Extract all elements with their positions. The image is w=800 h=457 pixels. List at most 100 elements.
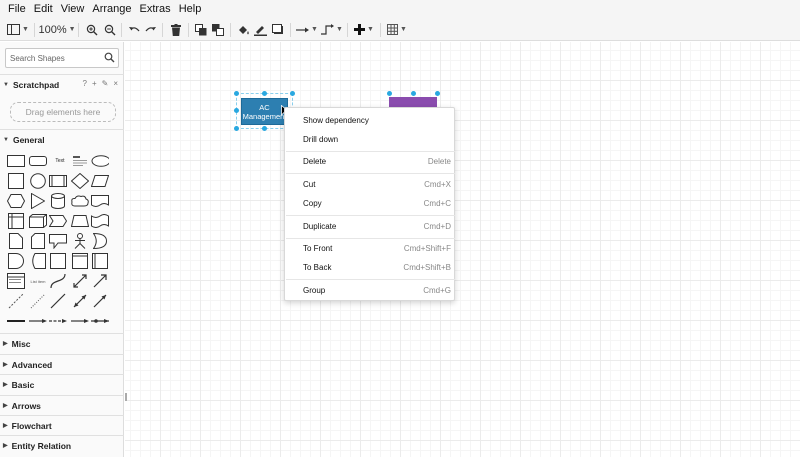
document-shape[interactable] bbox=[91, 193, 109, 209]
square-frame-shape[interactable] bbox=[49, 253, 67, 269]
rounded-rectangle-shape[interactable] bbox=[29, 153, 47, 169]
relation-arrow-shape[interactable] bbox=[71, 313, 89, 329]
resize-handle[interactable] bbox=[411, 91, 416, 96]
triangle-shape[interactable] bbox=[29, 193, 47, 209]
step-shape[interactable] bbox=[49, 213, 67, 229]
textbox-shape[interactable] bbox=[71, 153, 89, 169]
note-shape[interactable] bbox=[7, 233, 25, 249]
menu-item-show-dependency[interactable]: Show dependency bbox=[285, 111, 456, 130]
container-shape[interactable] bbox=[71, 253, 89, 269]
menu-view[interactable]: View bbox=[57, 3, 89, 15]
link-arrow-shape[interactable] bbox=[29, 313, 47, 329]
internal-storage-shape[interactable] bbox=[7, 213, 25, 229]
list-shape[interactable] bbox=[7, 273, 25, 289]
menu-file[interactable]: File bbox=[4, 3, 30, 15]
or-shape[interactable] bbox=[91, 233, 109, 249]
resize-handle[interactable] bbox=[234, 91, 239, 96]
thick-link-shape[interactable] bbox=[7, 313, 25, 329]
diamond-shape[interactable] bbox=[71, 173, 89, 189]
table-dropdown[interactable]: ▼ bbox=[386, 21, 408, 38]
fill-color-button[interactable] bbox=[235, 21, 251, 38]
scratchpad-dropzone[interactable]: Drag elements here bbox=[10, 102, 116, 122]
flowchart-section-header[interactable]: ▶ Flowchart bbox=[0, 415, 124, 435]
menu-item-duplicate[interactable]: Duplicate Cmd+D bbox=[285, 217, 456, 236]
shadow-button[interactable] bbox=[270, 21, 286, 38]
tape-shape[interactable] bbox=[91, 213, 109, 229]
diagram-canvas[interactable] bbox=[125, 42, 800, 457]
sidebar-resize-handle[interactable] bbox=[125, 393, 127, 401]
card-shape[interactable] bbox=[29, 233, 47, 249]
menu-extras[interactable]: Extras bbox=[136, 3, 175, 15]
edit-icon[interactable]: ✎ bbox=[102, 79, 109, 88]
hexagon-shape[interactable] bbox=[7, 193, 25, 209]
general-section-header[interactable]: ▼ General bbox=[0, 129, 124, 149]
resize-handle[interactable] bbox=[234, 126, 239, 131]
menu-item-to-back[interactable]: To Back Cmd+Shift+B bbox=[285, 258, 456, 277]
misc-section-header[interactable]: ▶ Misc bbox=[0, 333, 124, 353]
help-icon[interactable]: ? bbox=[83, 79, 87, 88]
format-panel-toggle-button[interactable]: ▼ bbox=[6, 21, 30, 38]
basic-section-header[interactable]: ▶ Basic bbox=[0, 374, 124, 394]
arrow-shape[interactable] bbox=[91, 273, 109, 289]
menu-help[interactable]: Help bbox=[175, 3, 206, 15]
resize-handle[interactable] bbox=[262, 126, 267, 131]
text-shape[interactable]: Text bbox=[51, 153, 69, 169]
menu-item-drill-down[interactable]: Drill down bbox=[285, 130, 456, 149]
menu-edit[interactable]: Edit bbox=[30, 3, 57, 15]
ellipse-shape[interactable] bbox=[91, 153, 109, 169]
undo-button[interactable] bbox=[126, 21, 142, 38]
resize-handle[interactable] bbox=[290, 91, 295, 96]
search-shapes-input[interactable] bbox=[6, 49, 102, 67]
parallelogram-shape[interactable] bbox=[91, 173, 109, 189]
square-shape[interactable] bbox=[7, 173, 25, 189]
insert-dropdown[interactable]: ▼ bbox=[353, 21, 375, 38]
search-icon[interactable] bbox=[104, 52, 115, 66]
association-arrow-shape[interactable] bbox=[91, 313, 109, 329]
advanced-section-header[interactable]: ▶ Advanced bbox=[0, 354, 124, 374]
directional-connector-shape[interactable] bbox=[91, 293, 109, 309]
add-icon[interactable]: + bbox=[92, 79, 97, 88]
resize-handle[interactable] bbox=[262, 91, 267, 96]
to-back-button[interactable] bbox=[210, 21, 226, 38]
zoom-in-button[interactable] bbox=[84, 21, 100, 38]
cylinder-shape[interactable] bbox=[49, 193, 67, 209]
menu-item-group[interactable]: Group Cmd+G bbox=[285, 281, 456, 300]
dashed-line-shape[interactable] bbox=[7, 293, 25, 309]
list-item-shape[interactable]: List item bbox=[29, 273, 47, 289]
connection-style-dropdown[interactable]: ▼ bbox=[296, 21, 318, 38]
close-icon[interactable]: × bbox=[113, 79, 118, 88]
scratchpad-section-header[interactable]: ▼ Scratchpad ? + ✎ × bbox=[0, 74, 124, 94]
resize-handle[interactable] bbox=[234, 108, 239, 113]
resize-handle[interactable] bbox=[387, 91, 392, 96]
callout-shape[interactable] bbox=[49, 233, 67, 249]
dashed-arrow-shape[interactable] bbox=[49, 313, 67, 329]
menu-item-delete[interactable]: Delete Delete bbox=[285, 152, 456, 171]
process-shape[interactable] bbox=[49, 173, 67, 189]
resize-handle[interactable] bbox=[435, 91, 440, 96]
bidirectional-connector-shape[interactable] bbox=[71, 293, 89, 309]
frame-shape[interactable] bbox=[91, 253, 109, 269]
redo-button[interactable] bbox=[143, 21, 159, 38]
dotted-line-shape[interactable] bbox=[29, 293, 47, 309]
zoom-dropdown[interactable]: 100% ▼ bbox=[38, 21, 75, 38]
delete-button[interactable] bbox=[168, 21, 184, 38]
line-shape[interactable] bbox=[49, 293, 67, 309]
menu-item-copy[interactable]: Copy Cmd+C bbox=[285, 194, 456, 213]
bidirectional-arrow-shape[interactable] bbox=[71, 273, 89, 289]
circle-shape[interactable] bbox=[29, 173, 47, 189]
zoom-out-button[interactable] bbox=[102, 21, 118, 38]
waypoints-dropdown[interactable]: ▼ bbox=[321, 21, 343, 38]
to-front-button[interactable] bbox=[193, 21, 209, 38]
arrows-section-header[interactable]: ▶ Arrows bbox=[0, 395, 124, 415]
cloud-shape[interactable] bbox=[71, 193, 89, 209]
menu-item-to-front[interactable]: To Front Cmd+Shift+F bbox=[285, 239, 456, 258]
rectangle-shape[interactable] bbox=[7, 153, 25, 169]
cube-shape[interactable] bbox=[29, 213, 47, 229]
menu-item-cut[interactable]: Cut Cmd+X bbox=[285, 175, 456, 194]
line-color-button[interactable] bbox=[252, 21, 268, 38]
delay-shape[interactable] bbox=[7, 253, 25, 269]
entity-relation-section-header[interactable]: ▶ Entity Relation bbox=[0, 435, 124, 455]
actor-shape[interactable] bbox=[71, 233, 89, 249]
display-shape[interactable] bbox=[29, 253, 47, 269]
curve-shape[interactable] bbox=[49, 273, 67, 289]
